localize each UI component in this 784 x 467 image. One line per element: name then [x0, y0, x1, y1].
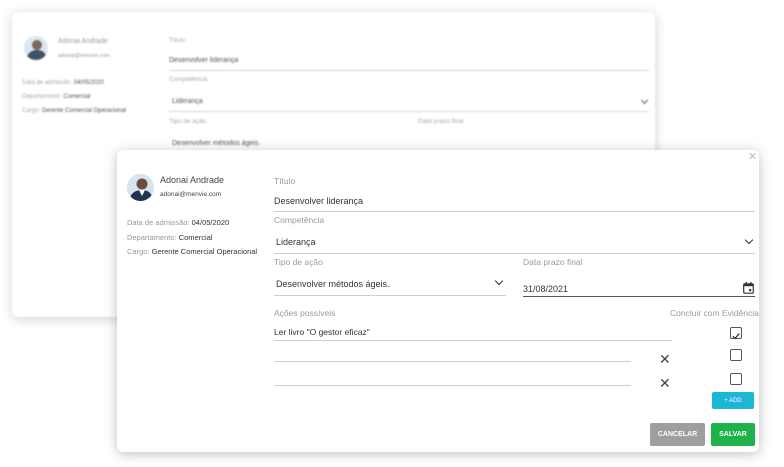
title-field[interactable]: Desenvolver liderança	[169, 57, 238, 64]
chevron-down-icon[interactable]	[494, 276, 504, 286]
chevron-down-icon	[640, 96, 649, 105]
conclude-checkbox[interactable]	[730, 349, 742, 361]
role-info: Cargo: Gerente Comercial Operacional	[22, 108, 127, 114]
chevron-down-icon[interactable]	[744, 235, 754, 245]
deadline-field[interactable]: 31/08/2021	[523, 284, 568, 294]
title-underline	[274, 211, 755, 212]
avatar	[24, 36, 48, 60]
action-type-select[interactable]: Desenvolver métodos ágeis.	[172, 140, 260, 147]
action-underline	[274, 340, 672, 341]
check-icon	[732, 333, 740, 340]
admission-info: Data de admissão: 04/05/2020	[22, 80, 104, 86]
action-type-label: Tipo de ação	[169, 118, 207, 125]
user-email: adonai@menvie.com	[160, 191, 222, 198]
role-info: Cargo: Gerente Comercial Operacional	[127, 247, 258, 256]
remove-action-icon[interactable]: ✕	[659, 376, 671, 390]
action-type-label: Tipo de ação	[274, 257, 323, 267]
title-label: Título	[274, 176, 296, 186]
action-modal: ✕ Adonai Andrade adonai@menvie.com Data …	[117, 150, 759, 452]
user-name: Adonai Andrade	[160, 175, 225, 185]
deadline-underline	[523, 296, 755, 297]
competence-select[interactable]: Liderança	[172, 98, 203, 105]
competence-underline	[274, 253, 755, 254]
conclude-checkbox[interactable]	[730, 327, 742, 340]
action-underline	[274, 361, 631, 362]
action-input[interactable]: Ler livro "O gestor eficaz"	[274, 327, 370, 337]
conclude-checkbox[interactable]	[730, 373, 742, 385]
actions-label: Ações possíveis	[274, 308, 336, 318]
deadline-label: Data prazo final	[418, 118, 464, 125]
user-email: adonai@menvie.com	[58, 53, 110, 59]
competence-label: Competência	[274, 215, 325, 225]
conclude-label: Concluir com Evidência	[670, 308, 759, 318]
admission-info: Data de admissão: 04/05/2020	[127, 218, 230, 227]
action-type-underline	[274, 295, 506, 296]
action-underline	[274, 385, 631, 386]
title-field[interactable]: Desenvolver liderança	[274, 196, 363, 206]
competence-label: Competência	[169, 76, 208, 83]
save-button[interactable]: SALVAR	[711, 423, 755, 446]
cancel-button[interactable]: CANCELAR	[650, 423, 705, 446]
deadline-label: Data prazo final	[523, 257, 583, 267]
add-action-button[interactable]: + ADD	[712, 392, 754, 409]
action-type-select[interactable]: Desenvolver métodos ágeis.	[276, 279, 390, 289]
avatar	[127, 174, 154, 201]
close-icon[interactable]: ✕	[748, 150, 757, 164]
competence-select[interactable]: Liderança	[276, 237, 316, 247]
user-name: Adonai Andrade	[58, 38, 108, 45]
remove-action-icon[interactable]: ✕	[659, 352, 671, 366]
department-info: Departamento: Comercial	[22, 94, 91, 100]
department-info: Departamento: Comercial	[127, 233, 213, 242]
title-label: Título	[169, 37, 186, 44]
